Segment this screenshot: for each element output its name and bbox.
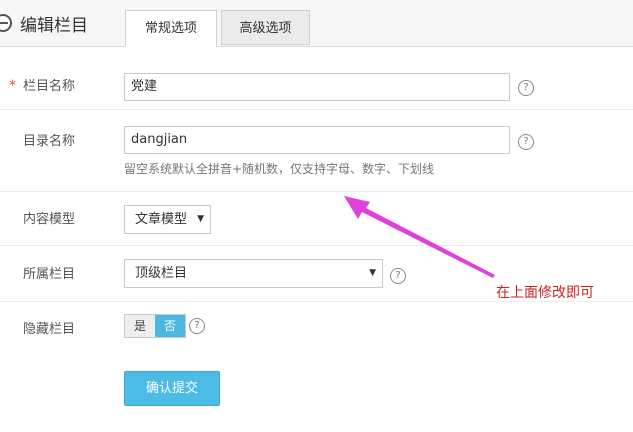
annotation-arrow — [344, 196, 495, 278]
annotation-text: 在上面修改即可 — [496, 285, 594, 301]
arrow-shape — [344, 196, 495, 278]
